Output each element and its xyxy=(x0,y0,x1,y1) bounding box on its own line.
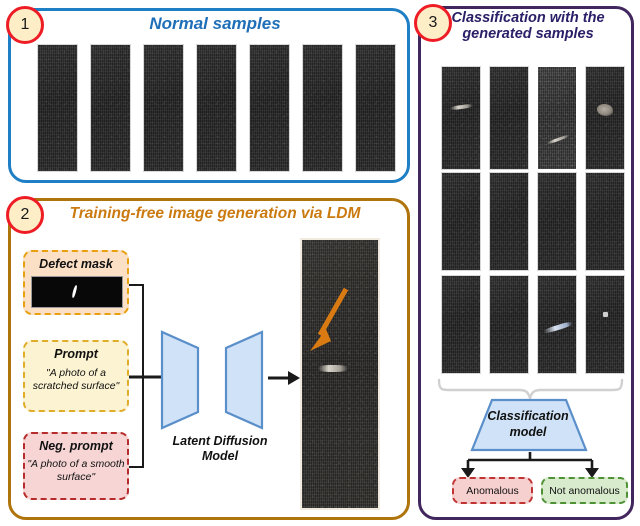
panel-badge-3: 3 xyxy=(414,4,452,42)
prompt-text: "A photo of a scratched surface" xyxy=(32,367,120,392)
generated-sample-r2c2 xyxy=(489,172,529,271)
defect-mask-label: Defect mask xyxy=(39,257,113,271)
normal-sample-7 xyxy=(355,44,396,172)
classification-output-arrows xyxy=(461,452,599,478)
defect-mask-box: Defect mask xyxy=(23,250,129,315)
generated-sample-r1c1 xyxy=(441,66,481,170)
negative-prompt-label: Neg. prompt xyxy=(39,439,113,453)
generated-anomalous-image xyxy=(300,238,380,510)
prompt-label: Prompt xyxy=(54,347,98,361)
normal-sample-5 xyxy=(249,44,290,172)
defect-mask-image xyxy=(31,276,123,308)
negative-prompt-text: "A photo of a smooth surface" xyxy=(27,458,125,483)
outcome-anomalous-label: Anomalous xyxy=(466,484,519,497)
generated-sample-r2c4 xyxy=(585,172,625,271)
latent-diffusion-model-label: Latent Diffusion Model xyxy=(172,434,268,463)
decoder-trapezoid xyxy=(224,330,264,430)
encoder-trapezoid xyxy=(160,330,200,430)
latent-diffusion-model-diagram xyxy=(160,330,264,430)
generated-sample-r3c3 xyxy=(537,275,577,374)
defect-mask-streak xyxy=(71,285,78,299)
generated-sample-r1c3 xyxy=(537,66,577,170)
panel-image-generation-title: Training-free image generation via LDM xyxy=(69,205,361,222)
generated-sample-r2c1 xyxy=(441,172,481,271)
generated-sample-r1c2 xyxy=(489,66,529,170)
normal-sample-3 xyxy=(143,44,184,172)
model-to-output-arrow xyxy=(268,371,300,385)
generated-sample-r1c4 xyxy=(585,66,625,170)
negative-prompt-box: Neg. prompt "A photo of a smooth surface… xyxy=(23,432,129,500)
generated-sample-r2c3 xyxy=(537,172,577,271)
panel-badge-2: 2 xyxy=(6,196,44,234)
panel-badge-1: 1 xyxy=(6,6,44,44)
normal-sample-2 xyxy=(90,44,131,172)
generated-sample-r3c2 xyxy=(489,275,529,374)
outcome-not-anomalous-box: Not anomalous xyxy=(541,477,628,504)
prompt-box: Prompt "A photo of a scratched surface" xyxy=(23,340,129,412)
normal-sample-6 xyxy=(302,44,343,172)
panel-normal-samples-title: Normal samples xyxy=(149,14,281,33)
outcome-anomalous-box: Anomalous xyxy=(452,477,533,504)
samples-grouping-brace xyxy=(437,378,624,402)
classification-model-label: Classification model xyxy=(487,409,569,439)
generated-sample-r3c1 xyxy=(441,275,481,374)
normal-sample-4 xyxy=(196,44,237,172)
outcome-not-anomalous-label: Not anomalous xyxy=(549,484,620,497)
panel-classification-title: Classification with the generated sample… xyxy=(451,10,605,43)
normal-sample-1 xyxy=(37,44,78,172)
generated-sample-r3c4 xyxy=(585,275,625,374)
defect-pointer-arrow xyxy=(310,287,349,351)
